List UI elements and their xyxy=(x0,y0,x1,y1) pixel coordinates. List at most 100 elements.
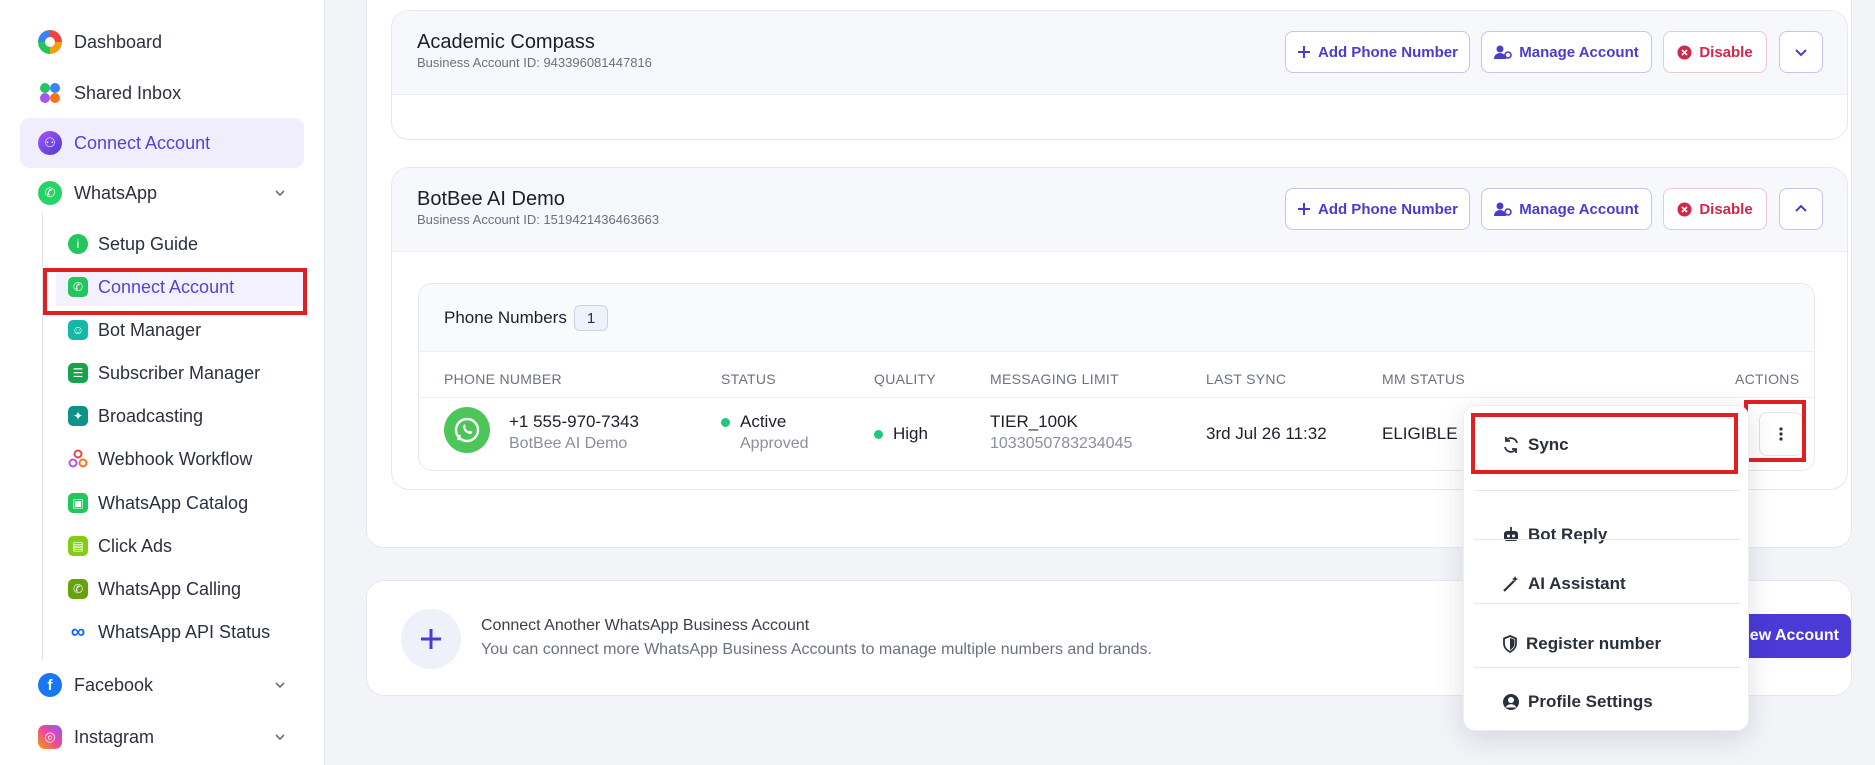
button-label: Manage Account xyxy=(1519,43,1639,61)
disable-button[interactable]: Disable xyxy=(1663,188,1767,230)
menu-item-bot-reply[interactable]: Bot Reply xyxy=(1474,508,1740,562)
phone-numbers-title: Phone Numbers xyxy=(444,308,567,327)
button-label: Disable xyxy=(1699,43,1753,61)
sub-label: Bot Manager xyxy=(98,319,202,340)
nav-label: Dashboard xyxy=(74,31,163,52)
plus-icon xyxy=(401,609,461,669)
account-card: Academic Compass Business Account ID: 94… xyxy=(391,10,1848,140)
whatsapp-icon: ✆ xyxy=(38,181,62,205)
nav-shared-inbox[interactable]: Shared Inbox xyxy=(20,68,304,118)
account-name: Academic Compass xyxy=(417,31,595,53)
status-sub: Approved xyxy=(740,435,809,452)
nav-label: Facebook xyxy=(74,674,154,695)
menu-label: Register number xyxy=(1526,634,1662,653)
sub-label: Webhook Workflow xyxy=(98,448,253,469)
plus-icon xyxy=(1297,203,1310,215)
magic-wand-icon xyxy=(1503,576,1518,592)
sub-whatsapp-calling[interactable]: ✆ WhatsApp Calling xyxy=(56,570,306,608)
menu-label: AI Assistant xyxy=(1528,574,1626,593)
sub-label: Broadcasting xyxy=(98,405,204,426)
broadcast-icon: ✦ xyxy=(68,406,88,426)
menu-item-register-number[interactable]: Register number xyxy=(1474,617,1740,671)
sub-label: Setup Guide xyxy=(98,233,199,254)
quality-dot xyxy=(874,430,883,440)
sub-label: Click Ads xyxy=(98,535,173,556)
account-header: BotBee AI Demo Business Account ID: 1519… xyxy=(392,168,1847,252)
nav-connect-account[interactable]: ⚇ Connect Account xyxy=(20,118,304,168)
col-mm-status: MM STATUS xyxy=(1382,371,1466,387)
disable-button[interactable]: Disable xyxy=(1663,31,1767,73)
account-id: Business Account ID: 943396081447816 xyxy=(417,55,652,70)
sub-label: Connect Account xyxy=(98,276,235,297)
menu-label: Profile Settings xyxy=(1528,692,1653,711)
menu-divider xyxy=(1474,603,1740,604)
sub-setup-guide[interactable]: i Setup Guide xyxy=(56,225,306,263)
sub-subscriber-manager[interactable]: ☰ Subscriber Manager xyxy=(56,354,306,392)
sub-label: Subscriber Manager xyxy=(98,362,261,383)
sub-connect-account[interactable]: ✆ Connect Account xyxy=(56,268,306,306)
sub-broadcasting[interactable]: ✦ Broadcasting xyxy=(56,397,306,435)
user-gear-icon xyxy=(1494,45,1513,59)
menu-item-sync[interactable]: Sync xyxy=(1474,418,1740,472)
sub-bot-manager[interactable]: ☺ Bot Manager xyxy=(56,311,306,349)
sync-icon xyxy=(1504,437,1518,453)
expand-button[interactable] xyxy=(1779,31,1823,73)
add-phone-number-button[interactable]: Add Phone Number xyxy=(1285,31,1470,73)
messaging-limit: TIER_100K xyxy=(990,412,1078,431)
meta-infinity-icon: ∞ xyxy=(70,620,86,643)
webhook-icon xyxy=(68,449,88,469)
quality-text: High xyxy=(893,424,928,443)
chevron-down-icon xyxy=(275,190,285,197)
sub-whatsapp-catalog[interactable]: ▣ WhatsApp Catalog xyxy=(56,484,306,522)
new-account-button[interactable]: ew Account xyxy=(1731,614,1851,658)
chevron-up-icon xyxy=(1795,204,1807,212)
shared-inbox-icon xyxy=(38,81,62,105)
status-value: Active xyxy=(721,412,786,432)
nav-label: Connect Account xyxy=(74,132,211,153)
quality-value: High xyxy=(874,424,928,444)
nav-whatsapp[interactable]: ✆ WhatsApp xyxy=(20,168,304,218)
close-circle-icon xyxy=(1677,45,1692,59)
plus-icon xyxy=(1297,46,1310,58)
row-actions-button[interactable] xyxy=(1759,412,1803,456)
nav-instagram[interactable]: ◎ Instagram xyxy=(20,712,304,762)
chevron-down-icon xyxy=(275,734,285,741)
chevron-down-icon xyxy=(275,682,285,689)
status-dot xyxy=(721,418,730,428)
collapse-button[interactable] xyxy=(1779,188,1823,230)
click-ads-icon: ▤ xyxy=(68,536,88,556)
sub-whatsapp-api-status[interactable]: ∞ WhatsApp API Status xyxy=(56,613,306,651)
phone-numbers-header: Phone Numbers 1 xyxy=(419,284,1814,352)
submenu-line xyxy=(42,213,43,660)
sub-label: WhatsApp Calling xyxy=(98,578,242,599)
menu-item-profile-settings[interactable]: Profile Settings xyxy=(1474,675,1740,729)
sidebar: Dashboard Shared Inbox ⚇ Connect Account… xyxy=(0,0,325,765)
col-messaging-limit: MESSAGING LIMIT xyxy=(990,371,1119,387)
shield-icon xyxy=(1503,635,1517,653)
nav-dashboard[interactable]: Dashboard xyxy=(20,17,304,67)
sub-label: WhatsApp API Status xyxy=(98,621,271,642)
status-text: Active xyxy=(740,412,787,431)
connect-another-subtitle: You can connect more WhatsApp Business A… xyxy=(481,641,1152,658)
more-vertical-icon xyxy=(1779,427,1783,441)
mm-status: ELIGIBLE xyxy=(1382,424,1458,443)
manage-account-button[interactable]: Manage Account xyxy=(1481,188,1652,230)
phone-number: +1 555-970-7343 xyxy=(509,412,639,431)
sub-label: WhatsApp Catalog xyxy=(98,492,249,513)
chevron-down-icon xyxy=(1795,49,1807,57)
dashboard-icon xyxy=(38,30,62,54)
sub-webhook-workflow[interactable]: Webhook Workflow xyxy=(56,440,306,478)
connect-another-title: Connect Another WhatsApp Business Accoun… xyxy=(481,617,810,634)
whatsapp-connect-icon: ✆ xyxy=(68,277,88,297)
sub-click-ads[interactable]: ▤ Click Ads xyxy=(56,527,306,565)
nav-facebook[interactable]: f Facebook xyxy=(20,660,304,710)
divider xyxy=(419,397,1814,398)
account-name: BotBee AI Demo xyxy=(417,188,565,210)
catalog-bag-icon: ▣ xyxy=(68,493,88,513)
last-sync: 3rd Jul 26 11:32 xyxy=(1206,424,1327,443)
phone-name: BotBee AI Demo xyxy=(509,435,628,452)
manage-account-button[interactable]: Manage Account xyxy=(1481,31,1652,73)
nav-label: WhatsApp xyxy=(74,182,158,203)
whatsapp-avatar-icon xyxy=(444,407,490,453)
add-phone-number-button[interactable]: Add Phone Number xyxy=(1285,188,1470,230)
